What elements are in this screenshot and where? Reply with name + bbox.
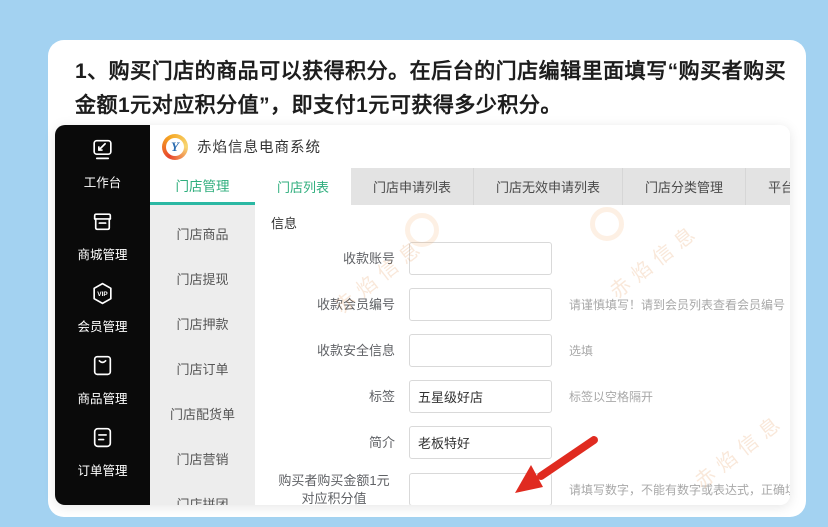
payee-member-id-input[interactable] [409,288,552,321]
tab-store-applications[interactable]: 门店申请列表 [351,168,475,205]
field-hint: 请填写数字，不能有数字或表达式，正确填 [569,483,790,498]
payee-account-input[interactable] [409,242,552,275]
nav-store-orders[interactable]: 门店订单 [150,346,255,391]
sidebar-item-goods[interactable]: 商品管理 [55,351,150,409]
panel-right: Y 赤焰信息电商系统 门店管理 门店商品 门店提现 门店押款 门店订单 门店配货… [150,125,790,505]
nav-store-marketing[interactable]: 门店营销 [150,436,255,481]
tab-bar: 门店列表 门店申请列表 门店无效申请列表 门店分类管理 平台收 [255,168,790,205]
tab-store-list[interactable]: 门店列表 [255,168,352,205]
store-edit-form: 收款账号 收款会员编号 请谨慎填写！请到会员列表查看会员编号 收款安全信息 选填… [255,232,790,505]
field-label: 简介 [368,434,395,450]
form-row-payee-security-info: 收款安全信息 选填 [273,334,790,367]
points-per-yuan-input[interactable] [409,473,552,505]
sidebar-item-workbench[interactable]: 工作台 [55,135,150,193]
sidebar-item-label: 商城管理 [77,248,128,262]
sidebar-item-label: 商品管理 [77,392,128,406]
field-hint: 请谨慎填写！请到会员列表查看会员编号 [569,298,786,312]
form-row-points-per-yuan: 购买者购买金额1元对应积分值 请填写数字，不能有数字或表达式，正确填 [273,472,790,505]
app-header: Y 赤焰信息电商系统 [150,125,790,168]
panel-body: 门店管理 门店商品 门店提现 门店押款 门店订单 门店配货单 门店营销 门店拼团… [150,168,790,505]
tab-store-invalid-applications[interactable]: 门店无效申请列表 [474,168,624,205]
tutorial-card: 1、购买门店的商品可以获得积分。在后台的门店编辑里面填写“购买者购买金额1元对应… [48,40,806,517]
payee-security-info-input[interactable] [409,334,552,367]
admin-screenshot-panel: 工作台 商城管理 VIP 会员管理 商品管理 订单管理 Y 赤焰信息电商系统 门… [55,125,790,505]
vip-icon: VIP [90,281,115,311]
field-hint: 选填 [569,344,594,358]
mall-icon [90,209,115,239]
tags-input[interactable] [409,380,552,413]
section-title: 信息 [271,216,298,231]
nav-store-dispatch[interactable]: 门店配货单 [150,391,255,436]
nav-store-goods[interactable]: 门店商品 [150,211,255,256]
page: { "heading": "1、购买门店的商品可以获得积分。在后台的门店编辑里面… [0,0,828,527]
sidebar-item-label: 会员管理 [77,320,128,334]
svg-text:VIP: VIP [97,291,108,298]
form-row-payee-account: 收款账号 [273,242,790,275]
sidebar-item-label: 工作台 [83,176,122,190]
field-label: 收款安全信息 [316,342,395,358]
secondary-nav-list: 门店商品 门店提现 门店押款 门店订单 门店配货单 门店营销 门店拼团 [150,205,255,505]
field-label: 收款账号 [342,250,395,266]
secondary-sidebar: 门店管理 门店商品 门店提现 门店押款 门店订单 门店配货单 门店营销 门店拼团 [150,168,255,505]
field-label: 购买者购买金额1元对应积分值 [278,473,390,505]
brand-logo-icon: Y [162,133,188,160]
tab-store-categories[interactable]: 门店分类管理 [623,168,747,205]
field-label: 收款会员编号 [316,296,395,312]
intro-input[interactable] [409,426,552,459]
workbench-icon [90,137,115,167]
field-hint: 标签以空格隔开 [569,390,654,404]
form-row-tags: 标签 标签以空格隔开 [273,380,790,413]
goods-icon [90,353,115,383]
form-row-intro: 简介 [273,426,790,459]
main-area: 门店列表 门店申请列表 门店无效申请列表 门店分类管理 平台收 赤焰信息 赤焰信… [255,168,790,505]
sidebar-item-mall[interactable]: 商城管理 [55,207,150,265]
nav-store-groupbuy[interactable]: 门店拼团 [150,481,255,505]
nav-store-deposit[interactable]: 门店押款 [150,301,255,346]
sidebar-item-members[interactable]: VIP 会员管理 [55,279,150,337]
nav-store-management[interactable]: 门店管理 [150,168,255,205]
field-label: 标签 [368,388,395,404]
app-title: 赤焰信息电商系统 [197,140,321,156]
nav-store-withdraw[interactable]: 门店提现 [150,256,255,301]
sidebar-item-label: 订单管理 [77,464,128,478]
form-row-payee-member-id: 收款会员编号 请谨慎填写！请到会员列表查看会员编号 [273,288,790,321]
sidebar-item-orders[interactable]: 订单管理 [55,423,150,481]
primary-sidebar: 工作台 商城管理 VIP 会员管理 商品管理 订单管理 [55,125,150,505]
form-content: 赤焰信息 赤焰信息 赤焰信息 信息 收款账号 收款会员编号 请谨慎填写！请到会员… [255,205,790,505]
tab-platform-collect[interactable]: 平台收 [746,168,790,205]
tutorial-heading: 1、购买门店的商品可以获得积分。在后台的门店编辑里面填写“购买者购买金额1元对应… [75,60,787,118]
order-icon [90,425,115,455]
